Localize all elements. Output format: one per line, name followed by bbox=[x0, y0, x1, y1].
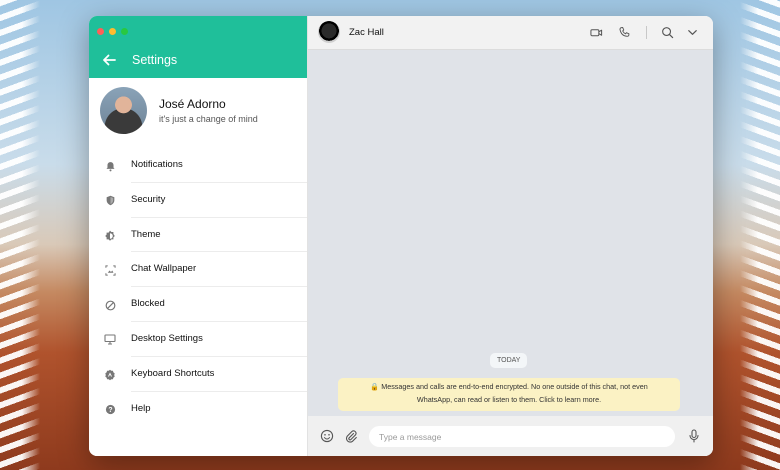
whatsapp-window: Settings José Adorno it's just a change … bbox=[89, 16, 713, 456]
menu-item-keyboard-shortcuts[interactable]: Keyboard Shortcuts bbox=[89, 357, 307, 392]
encryption-notice[interactable]: 🔒 Messages and calls are end-to-end encr… bbox=[338, 378, 680, 411]
menu-label: Desktop Settings bbox=[131, 332, 203, 344]
phone-icon[interactable] bbox=[618, 26, 631, 39]
message-input[interactable] bbox=[369, 426, 675, 447]
bell-icon bbox=[104, 160, 116, 172]
date-chip: TODAY bbox=[490, 353, 528, 368]
chevron-down-icon[interactable] bbox=[686, 26, 699, 39]
profile-name: José Adorno bbox=[159, 97, 226, 111]
torn-edge-right bbox=[740, 0, 780, 470]
encryption-notice-line1: 🔒 Messages and calls are end-to-end encr… bbox=[370, 382, 648, 391]
menu-label: Theme bbox=[131, 228, 161, 240]
header-divider bbox=[646, 26, 647, 39]
menu-label: Keyboard Shortcuts bbox=[131, 367, 215, 379]
window-controls bbox=[97, 28, 128, 35]
video-call-icon[interactable] bbox=[590, 26, 603, 39]
menu-label: Help bbox=[131, 402, 151, 414]
menu-label: Notifications bbox=[131, 159, 183, 170]
message-composer bbox=[308, 416, 713, 456]
close-window-button[interactable] bbox=[97, 28, 104, 35]
settings-pane: Settings José Adorno it's just a change … bbox=[89, 16, 308, 456]
profile-status: it's just a change of mind bbox=[159, 114, 258, 124]
keyboard-icon bbox=[104, 369, 116, 381]
microphone-icon[interactable] bbox=[687, 429, 701, 443]
desktop-icon bbox=[104, 334, 116, 346]
profile-avatar[interactable] bbox=[100, 87, 147, 134]
shield-icon bbox=[104, 195, 116, 207]
chat-header: Zac Hall bbox=[308, 16, 713, 50]
settings-title: Settings bbox=[132, 53, 178, 67]
torn-edge-left bbox=[0, 0, 40, 470]
menu-item-notifications[interactable]: Notifications bbox=[89, 148, 307, 183]
maximize-window-button[interactable] bbox=[121, 28, 128, 35]
menu-item-chat-wallpaper[interactable]: Chat Wallpaper bbox=[89, 252, 307, 288]
contact-avatar[interactable] bbox=[318, 21, 340, 43]
wallpaper-icon bbox=[104, 264, 116, 276]
help-icon: ? bbox=[104, 404, 116, 416]
blocked-icon bbox=[104, 299, 116, 311]
encryption-notice-line2: WhatsApp, can read or listen to them. Cl… bbox=[416, 395, 602, 404]
menu-item-theme[interactable]: Theme bbox=[89, 218, 307, 253]
menu-item-blocked[interactable]: Blocked bbox=[89, 287, 307, 322]
emoji-icon[interactable] bbox=[320, 429, 334, 443]
attach-icon[interactable] bbox=[344, 429, 358, 443]
minimize-window-button[interactable] bbox=[109, 28, 116, 35]
settings-header: Settings bbox=[89, 16, 307, 78]
chat-pane: Zac Hall TODAY 🔒 Messages and calls are … bbox=[308, 16, 713, 456]
arrow-left-icon[interactable] bbox=[101, 52, 117, 68]
theme-icon bbox=[104, 230, 116, 242]
menu-label: Blocked bbox=[131, 298, 165, 310]
menu-item-desktop-settings[interactable]: Desktop Settings bbox=[89, 322, 307, 357]
svg-text:?: ? bbox=[108, 407, 112, 414]
menu-label: Chat Wallpaper bbox=[131, 263, 197, 275]
menu-item-help[interactable]: ? Help bbox=[89, 392, 307, 427]
search-icon[interactable] bbox=[661, 26, 674, 39]
menu-label: Security bbox=[131, 193, 166, 205]
contact-name[interactable]: Zac Hall bbox=[349, 27, 384, 38]
menu-item-security[interactable]: Security bbox=[89, 183, 307, 218]
settings-menu: Notifications Security Theme Chat Wallpa… bbox=[89, 148, 307, 426]
profile-card[interactable]: José Adorno it's just a change of mind bbox=[89, 78, 307, 148]
